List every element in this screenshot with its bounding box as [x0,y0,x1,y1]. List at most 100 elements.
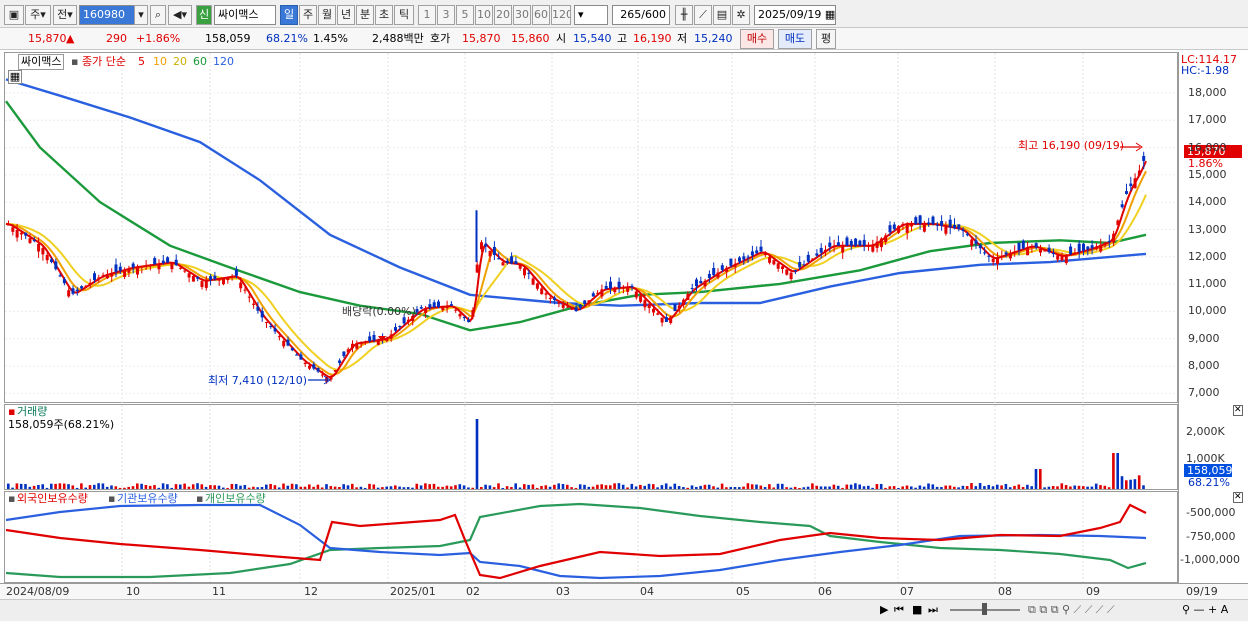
candle-body [316,368,320,372]
individual-line [5,502,1147,579]
candle-body [664,317,668,322]
legend-stock-name[interactable]: 싸이맥스 [18,54,65,70]
volume-bar [910,486,913,489]
volume-bar [32,485,36,489]
volume-bar [867,485,870,489]
candle-body [183,270,187,272]
x-label: 09 [1086,585,1100,598]
tool-icons[interactable]: ⧉ ⧉ ⧉ ⚲ ⟋ ⟋ ⟋ ⟋ [1028,603,1114,617]
volume-bar [884,487,887,489]
candle-body [548,297,552,299]
holding-tick-1000k: -1,000,000 [1180,553,1240,566]
candle-body [811,258,815,260]
candle-body [54,261,58,270]
legend-individual: 개인보유수량 [205,492,266,505]
volume-bar [983,486,986,489]
volume-bar [914,487,917,489]
candle-body [1116,220,1120,226]
candle-body [234,269,238,276]
table-view-icon[interactable]: ▦ [8,70,22,84]
candle-body [806,254,810,262]
candle-body [308,365,311,369]
candle-body [346,349,350,353]
volume-bar [381,487,384,489]
stop-icon[interactable]: ■ [912,603,922,617]
candle-body [1120,204,1124,208]
volume-bar [239,485,242,489]
candle-body [712,268,716,276]
scroll-end-icon[interactable]: ⏭ [928,603,938,617]
price-tick: 10,000 [1188,304,1227,318]
volume-bar [209,485,212,489]
holding-tick-500k: -500,000 [1186,506,1236,519]
volume-bar [480,486,483,489]
volume-bar [45,487,49,489]
volume-bar [325,484,328,489]
volume-bar [488,485,492,489]
volume-bar [802,487,806,489]
candle-body [682,299,686,306]
volume-bar [1125,480,1128,489]
candle-body [62,279,66,284]
candle-body [351,343,354,349]
candle-body [686,294,690,300]
candle-body [828,242,832,247]
volume-bar [454,485,457,489]
candle-body [97,277,101,279]
volume-bar [815,485,818,489]
scroll-right-icon[interactable]: ▶ [880,603,888,617]
candle-body [566,306,569,308]
candle-body [604,285,608,289]
candle-body [1125,191,1128,194]
volume-bar [703,484,707,489]
volume-bar [927,483,930,489]
volume-bar [1000,485,1003,489]
holding-tick-750k: -750,000 [1186,530,1236,543]
candle-body [591,293,595,297]
volume-bar [527,484,530,489]
x-label: 07 [900,585,914,598]
x-label-end: 09/19 [1186,585,1218,598]
candle-body [836,242,840,246]
volume-bar [204,486,208,489]
zoom-slider-thumb[interactable] [982,603,987,615]
price-tick: 17,000 [1188,113,1227,127]
candle-body [733,263,737,267]
candle-body [1094,246,1098,249]
volume-bar [84,487,87,489]
volume-bar [28,486,32,489]
volume-bar [75,487,79,489]
zoom-icons[interactable]: ⚲ — + A [1182,603,1228,617]
volume-bar [166,484,169,489]
candle-body [136,266,139,275]
hc-label: HC:-1.98 [1181,64,1230,77]
volume-bar [523,484,526,489]
volume-bar [492,487,496,489]
candle-body [888,225,892,233]
candle-body [114,264,118,272]
volume-bar [286,485,290,489]
candle-body [84,285,88,287]
scroll-start-icon[interactable]: ⏮ [894,603,904,617]
candle-body [24,232,28,236]
volume-bar [372,484,376,489]
candle-body [991,258,995,263]
volume-bar [41,484,44,489]
volume-bar [419,485,423,489]
volume-bar [252,486,255,489]
candle-body [578,304,582,308]
volume-bar [1103,485,1107,489]
candle-body [363,341,367,343]
volume-close-icon[interactable]: ✕ [1233,405,1243,416]
volume-bar [759,485,763,489]
legend-ma-title: 종가 단순 [82,55,126,68]
candle-body [858,240,862,246]
volume-bar [437,486,440,489]
volume-bar [639,484,642,489]
candle-body [725,267,729,272]
volume-bar [136,483,139,489]
volume-bar [776,483,780,489]
volume-bar [587,486,591,489]
holding-close-icon[interactable]: ✕ [1233,492,1243,503]
candle-body [385,338,389,341]
